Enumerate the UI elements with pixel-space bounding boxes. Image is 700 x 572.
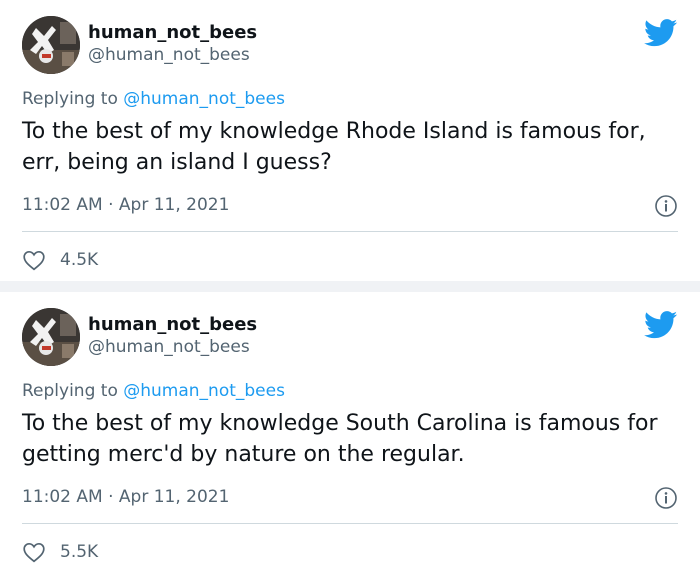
replying-to: Replying to @human_not_bees xyxy=(22,88,678,110)
display-name[interactable]: human_not_bees xyxy=(88,314,257,336)
avatar[interactable] xyxy=(22,308,80,366)
like-count: 5.5K xyxy=(60,542,99,562)
user-handle[interactable]: @human_not_bees xyxy=(88,44,257,66)
heart-icon[interactable] xyxy=(22,249,46,271)
twitter-bird-icon[interactable] xyxy=(644,19,678,47)
tweet-timestamp[interactable]: 11:02 AM · Apr 11, 2021 xyxy=(22,195,229,215)
tweet-timestamp[interactable]: 11:02 AM · Apr 11, 2021 xyxy=(22,487,229,507)
tweet-card[interactable]: human_not_bees @human_not_bees Replying … xyxy=(0,292,700,572)
tweet-author[interactable]: human_not_bees @human_not_bees xyxy=(88,22,257,66)
replying-to-label: Replying to xyxy=(22,89,124,109)
mention-link[interactable]: @human_not_bees xyxy=(123,381,285,401)
tweet-feed: human_not_bees @human_not_bees Replying … xyxy=(0,0,700,572)
tweet-text: To the best of my knowledge South Caroli… xyxy=(22,411,658,467)
divider xyxy=(22,523,678,524)
like-button[interactable]: 5.5K xyxy=(22,539,678,565)
info-icon[interactable] xyxy=(654,194,678,218)
mention-link[interactable]: @human_not_bees xyxy=(123,89,285,109)
tweet-card[interactable]: human_not_bees @human_not_bees Replying … xyxy=(0,0,700,281)
tweet-author[interactable]: human_not_bees @human_not_bees xyxy=(88,314,257,358)
display-name[interactable]: human_not_bees xyxy=(88,22,257,44)
user-handle[interactable]: @human_not_bees xyxy=(88,336,257,358)
tweet-meta: 11:02 AM · Apr 11, 2021 xyxy=(22,193,678,217)
avatar[interactable] xyxy=(22,16,80,74)
tweet-header: human_not_bees @human_not_bees xyxy=(22,292,678,374)
tweet-meta: 11:02 AM · Apr 11, 2021 xyxy=(22,485,678,509)
replying-to: Replying to @human_not_bees xyxy=(22,380,678,402)
tweet-header: human_not_bees @human_not_bees xyxy=(22,0,678,82)
twitter-bird-icon[interactable] xyxy=(644,311,678,339)
like-count: 4.5K xyxy=(60,250,99,270)
divider xyxy=(22,231,678,232)
heart-icon[interactable] xyxy=(22,541,46,563)
info-icon[interactable] xyxy=(654,486,678,510)
like-button[interactable]: 4.5K xyxy=(22,247,678,273)
tweet-text: To the best of my knowledge Rhode Island… xyxy=(22,119,646,175)
replying-to-label: Replying to xyxy=(22,381,124,401)
